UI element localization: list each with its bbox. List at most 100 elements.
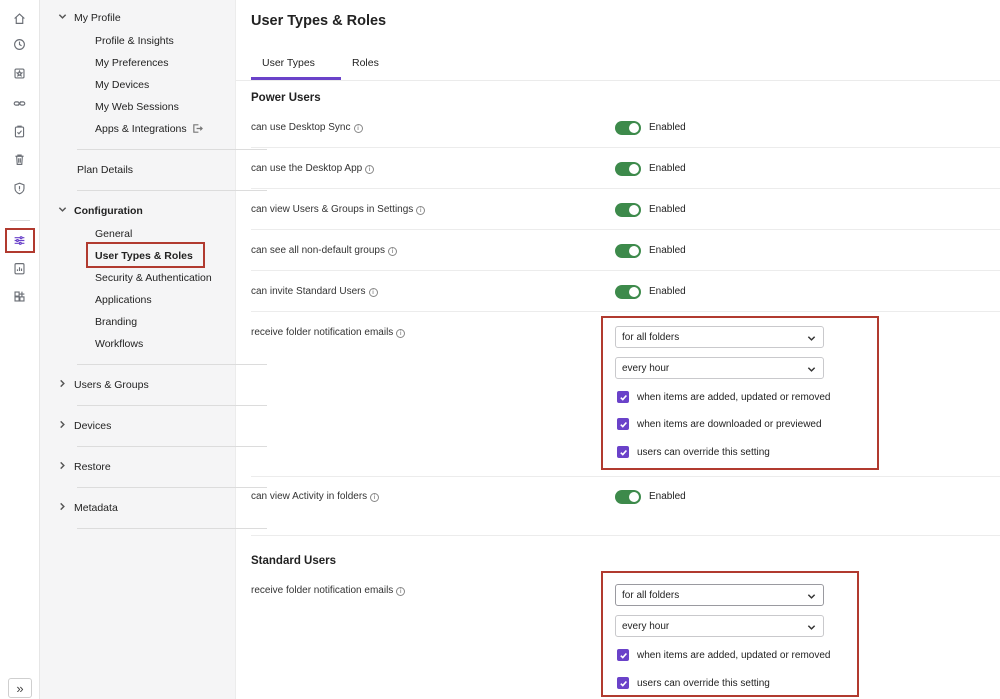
nav-group-users-groups[interactable]: Users & Groups (58, 379, 149, 391)
row-divider (251, 270, 1000, 271)
apps-icon[interactable] (10, 287, 28, 305)
icon-rail: » (0, 0, 40, 699)
info-icon[interactable]: i (370, 493, 380, 502)
nav-group-devices[interactable]: Devices (58, 420, 111, 432)
setting-label-text: can use Desktop Sync (251, 122, 351, 133)
tab-divider (236, 80, 1000, 81)
tab-bar: User Types Roles (251, 50, 391, 80)
toggle-switch[interactable] (615, 162, 641, 176)
section-title-power-users: Power Users (251, 92, 321, 104)
highlight-power-users-notifications (601, 316, 879, 470)
toggle-status: Enabled (649, 163, 686, 174)
nav-item-plan-details[interactable]: Plan Details (77, 164, 133, 176)
setting-label: can view Activity in folders i (251, 491, 380, 502)
starred-icon[interactable] (10, 64, 28, 82)
section-title-standard-users: Standard Users (251, 555, 337, 567)
expand-sidebar-button[interactable]: » (8, 678, 32, 698)
toggle-status: Enabled (649, 204, 686, 215)
nav-group-label: Metadata (74, 502, 118, 514)
toggle-switch[interactable] (615, 203, 641, 217)
nav-item-label: Apps & Integrations (95, 123, 187, 135)
setting-label-text: can see all non-default groups (251, 245, 385, 256)
reports-icon[interactable] (10, 259, 28, 277)
info-icon[interactable]: i (365, 165, 375, 174)
toggle-status: Enabled (649, 245, 686, 256)
info-icon[interactable]: i (396, 329, 406, 338)
nav-group-restore[interactable]: Restore (58, 461, 111, 473)
home-icon[interactable] (10, 9, 28, 27)
chevron-right-icon (58, 461, 74, 473)
trash-icon[interactable] (10, 150, 28, 168)
nav-group-my-profile[interactable]: My Profile (58, 12, 121, 24)
row-divider (251, 229, 1000, 230)
setting-label: receive folder notification emails i (251, 327, 406, 338)
highlight-active-rail-item (5, 228, 35, 253)
highlight-active-nav-item (86, 242, 205, 268)
nav-group-label: Plan Details (77, 164, 134, 176)
toggle-switch[interactable] (615, 490, 641, 504)
nav-group-label: Users & Groups (74, 379, 149, 391)
toggle-status: Enabled (649, 491, 686, 502)
shield-icon[interactable] (10, 179, 28, 197)
setting-label-text: can view Activity in folders (251, 491, 368, 502)
row-divider (251, 535, 1000, 536)
tasks-icon[interactable] (10, 122, 28, 140)
chevron-right-icon (58, 379, 74, 391)
info-icon[interactable]: i (416, 206, 426, 215)
nav-item-workflows[interactable]: Workflows (95, 338, 143, 350)
rail-divider (10, 220, 30, 221)
row-divider (251, 188, 1000, 189)
setting-label-text: can use the Desktop App (251, 163, 363, 174)
nav-item-profile-insights[interactable]: Profile & Insights (95, 35, 174, 47)
row-divider (251, 311, 1000, 312)
nav-group-metadata[interactable]: Metadata (58, 502, 118, 514)
chevron-right-icon (58, 502, 74, 514)
setting-label-text: can invite Standard Users (251, 286, 366, 297)
setting-label: can invite Standard Users i (251, 286, 378, 297)
nav-item-branding[interactable]: Branding (95, 316, 137, 328)
info-icon[interactable]: i (387, 247, 397, 256)
toggle-switch[interactable] (615, 285, 641, 299)
nav-item-security-authentication[interactable]: Security & Authentication (95, 272, 212, 284)
nav-item-my-devices[interactable]: My Devices (95, 79, 149, 91)
toggle-status: Enabled (649, 122, 686, 133)
page-title: User Types & Roles (251, 13, 387, 29)
clock-icon[interactable] (10, 35, 28, 53)
nav-item-apps-integrations[interactable]: Apps & Integrations (95, 123, 203, 137)
nav-group-label: Restore (74, 461, 111, 473)
info-icon[interactable]: i (396, 587, 406, 596)
highlight-standard-users-notifications (601, 571, 859, 697)
tab-roles[interactable]: Roles (341, 50, 391, 80)
nav-group-configuration[interactable]: Configuration (58, 205, 143, 217)
nav-item-my-preferences[interactable]: My Preferences (95, 57, 169, 69)
setting-label: receive folder notification emails i (251, 585, 406, 596)
nav-item-my-web-sessions[interactable]: My Web Sessions (95, 101, 179, 113)
setting-label: can use the Desktop App i (251, 163, 375, 174)
nav-item-general[interactable]: General (95, 228, 132, 240)
setting-label: can use Desktop Sync i (251, 122, 363, 133)
nav-item-applications[interactable]: Applications (95, 294, 152, 306)
tab-user-types[interactable]: User Types (251, 50, 341, 80)
row-divider (251, 476, 1000, 477)
nav-group-label: Configuration (74, 205, 143, 217)
toggle-status: Enabled (649, 286, 686, 297)
info-icon[interactable]: i (368, 288, 378, 297)
setting-label-text: receive folder notification emails (251, 585, 394, 596)
toggle-switch[interactable] (615, 244, 641, 258)
setting-label: can see all non-default groups i (251, 245, 397, 256)
setting-label: can view Users & Groups in Settings i (251, 204, 426, 215)
info-icon[interactable]: i (353, 124, 363, 133)
row-divider (251, 147, 1000, 148)
setting-label-text: can view Users & Groups in Settings (251, 204, 414, 215)
link-icon[interactable] (10, 94, 28, 112)
setting-label-text: receive folder notification emails (251, 327, 394, 338)
chevron-down-icon (58, 205, 74, 217)
toggle-switch[interactable] (615, 121, 641, 135)
external-link-icon (192, 123, 203, 137)
chevron-down-icon (58, 12, 74, 24)
nav-group-label: Devices (74, 420, 112, 432)
settings-sidebar: My Profile Profile & Insights My Prefere… (40, 0, 267, 699)
nav-group-label: My Profile (74, 12, 121, 24)
main-content: User Types & Roles User Types Roles Powe… (236, 0, 1000, 699)
chevron-right-icon (58, 420, 74, 432)
